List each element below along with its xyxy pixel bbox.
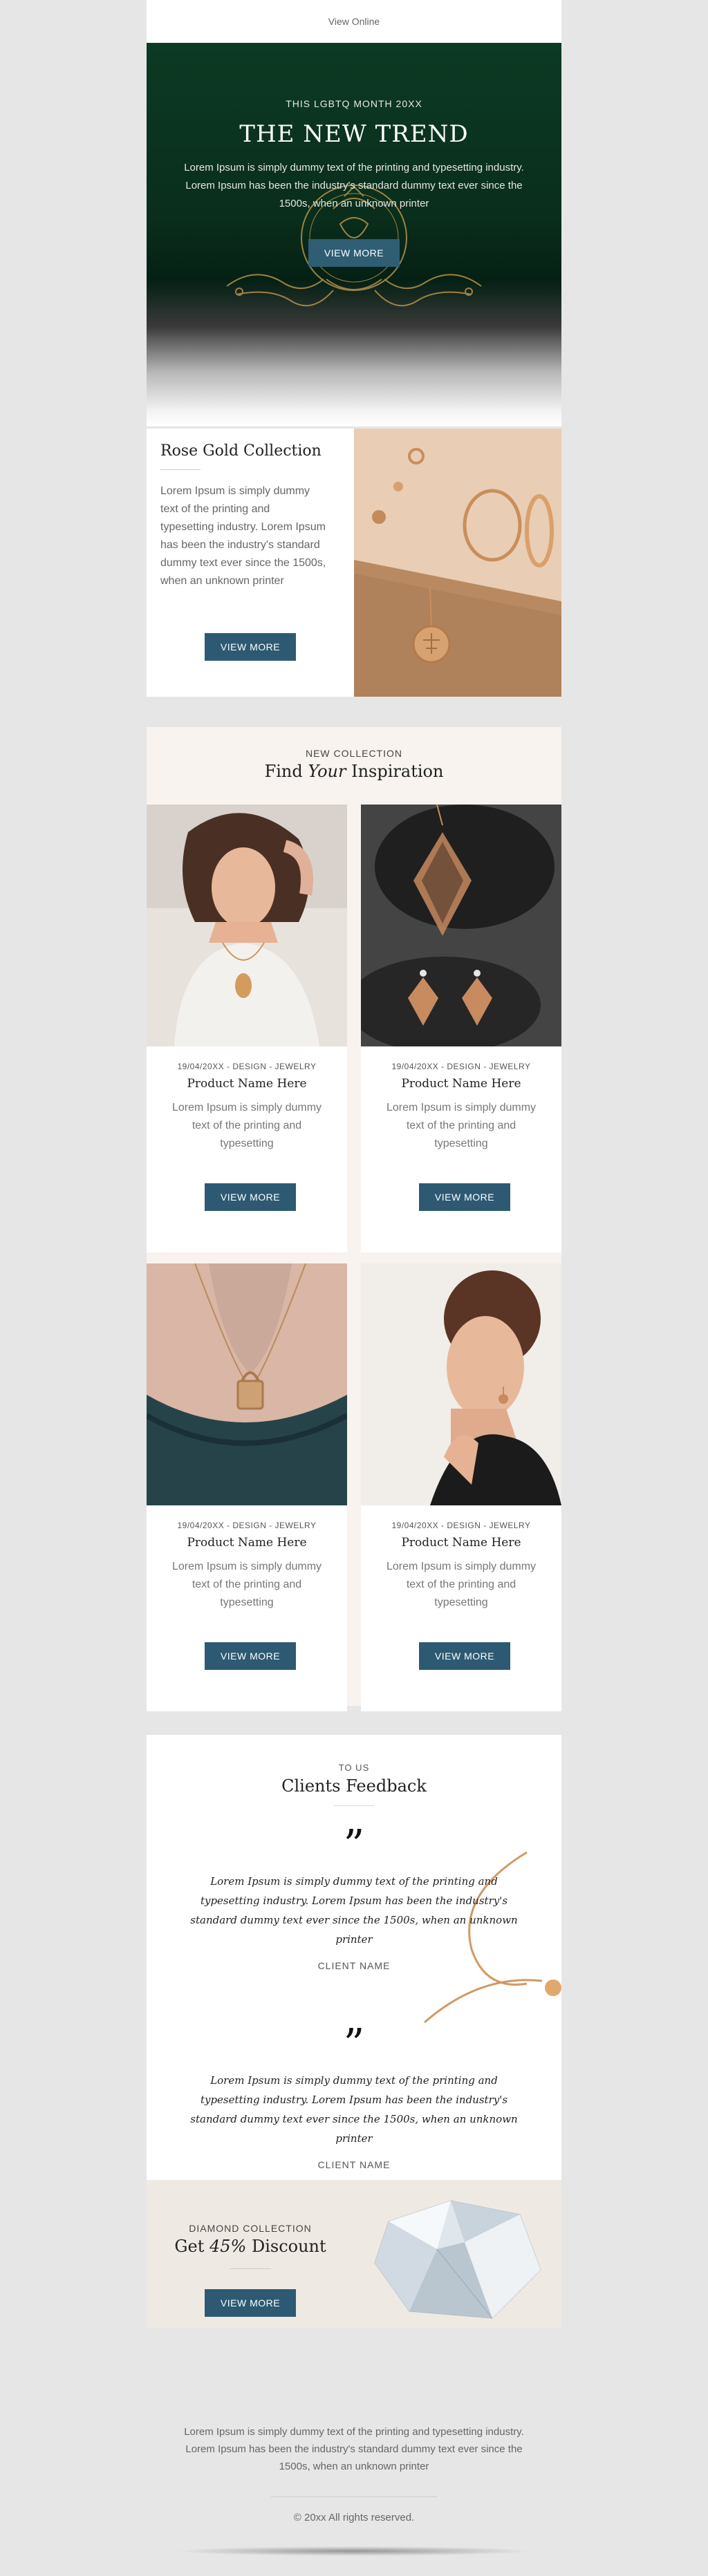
product-card: 19/04/20XX - DESIGN - JEWELRY Product Na… — [147, 1263, 347, 1711]
discount-title-prefix: Get — [174, 2237, 209, 2256]
product-body: Lorem Ipsum is simply dummy text of the … — [171, 1102, 322, 1149]
diamond-discount-section: DIAMOND COLLECTION Get 45% Discount VIEW… — [147, 2180, 561, 2328]
divider — [160, 469, 201, 470]
footer-shadow — [174, 2546, 534, 2556]
product-meta: 19/04/20XX - DESIGN - JEWELRY — [391, 1062, 531, 1071]
product-card: 19/04/20XX - DESIGN - JEWELRY Product Na… — [361, 805, 561, 1252]
product-meta: 19/04/20XX - DESIGN - JEWELRY — [177, 1521, 317, 1530]
hero-banner: THIS LGBTQ MONTH 20XX THE NEW TREND Lore… — [147, 43, 561, 426]
collection-eyebrow: NEW COLLECTION — [305, 748, 402, 759]
product-body: Lorem Ipsum is simply dummy text of the … — [386, 1102, 537, 1149]
collection-title-suffix: Inspiration — [346, 762, 444, 781]
discount-title-emphasis: 45% — [209, 2237, 247, 2256]
product-image-woman-necklace — [147, 805, 347, 1046]
collection-title-prefix: Find — [264, 762, 308, 781]
rose-gold-view-more-button[interactable]: VIEW MORE — [205, 633, 296, 661]
discount-title: Get 45% Discount — [147, 2237, 354, 2256]
product-image-earrings-pendant — [361, 805, 561, 1046]
product-card: 19/04/20XX - DESIGN - JEWELRY Product Na… — [361, 1263, 561, 1711]
top-bar: View Online — [147, 0, 561, 43]
product-meta: 19/04/20XX - DESIGN - JEWELRY — [391, 1521, 531, 1530]
rose-gold-title: Rose Gold Collection — [160, 442, 322, 460]
monogram-ornament-icon — [226, 185, 482, 307]
client-name: CLIENT NAME — [317, 2159, 391, 2170]
product-card: 19/04/20XX - DESIGN - JEWELRY Product Na… — [147, 805, 347, 1252]
feedback-eyebrow: TO US — [338, 1762, 370, 1773]
feedback-title: Clients Feedback — [281, 1776, 427, 1796]
product-body: Lorem Ipsum is simply dummy text of the … — [171, 1561, 322, 1608]
product-view-more-button[interactable]: VIEW MORE — [419, 1642, 510, 1670]
copyright: © 20xx All rights reserved. — [293, 2512, 415, 2523]
hero-body: Lorem Ipsum is simply dummy text of the … — [184, 162, 524, 209]
hero-eyebrow: THIS LGBTQ MONTH 20XX — [286, 98, 422, 109]
footer: Lorem Ipsum is simply dummy text of the … — [147, 2350, 561, 2564]
product-image-lock-pendant — [147, 1263, 347, 1505]
divider — [333, 1805, 375, 1806]
rose-gold-jewelry-image — [354, 429, 561, 697]
product-body: Lorem Ipsum is simply dummy text of the … — [386, 1561, 537, 1608]
discount-eyebrow: DIAMOND COLLECTION — [189, 2223, 312, 2234]
hero-view-more-button[interactable]: VIEW MORE — [308, 239, 400, 267]
rose-gold-body: Lorem Ipsum is simply dummy text of the … — [160, 485, 326, 587]
product-name: Product Name Here — [401, 1077, 521, 1091]
discount-title-suffix: Discount — [246, 2237, 326, 2256]
rose-gold-section: Rose Gold Collection Lorem Ipsum is simp… — [147, 429, 561, 697]
testimonial-text: Lorem Ipsum is simply dummy text of the … — [190, 2074, 518, 2145]
footer-body: Lorem Ipsum is simply dummy text of the … — [184, 2426, 524, 2472]
product-view-more-button[interactable]: VIEW MORE — [205, 1183, 296, 1211]
testimonial: ” Lorem Ipsum is simply dummy text of th… — [181, 1821, 527, 1971]
view-online-link[interactable]: View Online — [328, 16, 380, 27]
discount-view-more-button[interactable]: VIEW MORE — [205, 2289, 296, 2317]
product-name: Product Name Here — [187, 1077, 307, 1091]
new-collection-section: NEW COLLECTION Find Your Inspiration 19/… — [147, 727, 561, 1711]
product-name: Product Name Here — [401, 1536, 521, 1550]
hero-title: THE NEW TREND — [239, 120, 469, 148]
collection-title-emphasis: Your — [308, 762, 346, 781]
quote-icon: ” — [343, 2020, 365, 2069]
client-name: CLIENT NAME — [317, 1960, 391, 1971]
testimonial: ” Lorem Ipsum is simply dummy text of th… — [181, 2020, 527, 2170]
product-meta: 19/04/20XX - DESIGN - JEWELRY — [177, 1062, 317, 1071]
divider — [230, 2268, 271, 2269]
quote-icon: ” — [343, 1821, 365, 1870]
diamond-icon — [374, 2200, 541, 2319]
product-view-more-button[interactable]: VIEW MORE — [419, 1183, 510, 1211]
clients-feedback-section: TO US Clients Feedback ” Lorem Ipsum is … — [147, 1735, 561, 2180]
product-name: Product Name Here — [187, 1536, 307, 1550]
collection-title: Find Your Inspiration — [147, 762, 561, 781]
product-view-more-button[interactable]: VIEW MORE — [205, 1642, 296, 1670]
product-image-woman-earring — [361, 1263, 561, 1505]
testimonial-text: Lorem Ipsum is simply dummy text of the … — [190, 1875, 518, 1946]
